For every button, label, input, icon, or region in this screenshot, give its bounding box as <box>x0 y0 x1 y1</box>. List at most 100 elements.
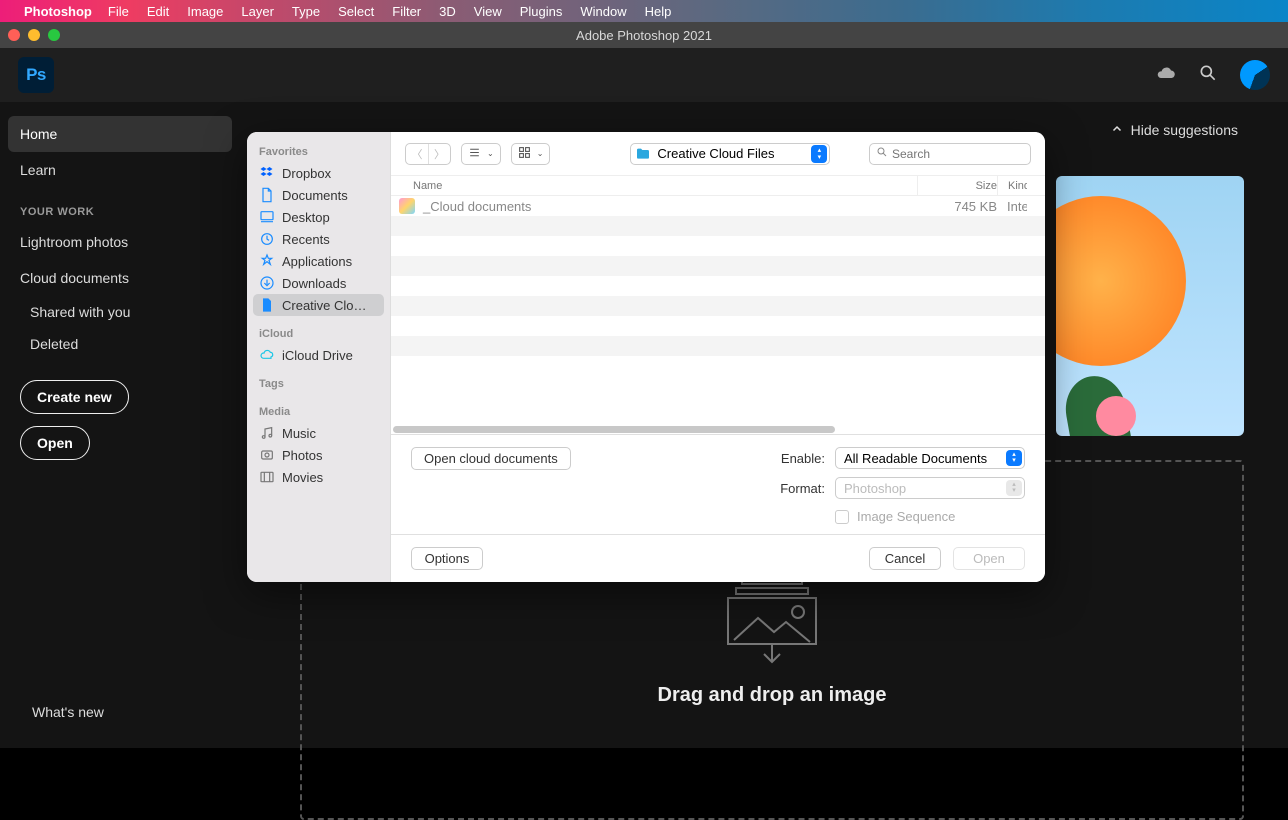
window-zoom-button[interactable] <box>48 29 60 41</box>
recents-icon <box>259 231 275 247</box>
media-photos[interactable]: Photos <box>253 444 384 466</box>
menu-layer[interactable]: Layer <box>241 4 274 19</box>
sidebar-item-cloud-documents[interactable]: Cloud documents <box>0 260 240 296</box>
open-file-dialog: Favorites Dropbox Documents Desktop Rece… <box>247 132 1045 582</box>
nav-forward-button[interactable]: 〉 <box>428 144 450 164</box>
menu-window[interactable]: Window <box>580 4 626 19</box>
favorite-desktop[interactable]: Desktop <box>253 206 384 228</box>
image-drop-icon <box>722 574 822 664</box>
dialog-footer: Options Cancel Open <box>391 534 1045 582</box>
dialog-main: 〈 〉 ⌄ ⌄ Creative Cloud Files ▴▾ <box>391 132 1045 582</box>
col-size[interactable]: Size <box>917 176 997 195</box>
window-close-button[interactable] <box>8 29 20 41</box>
view-mode-list-button[interactable]: ⌄ <box>461 143 501 165</box>
dialog-sidebar: Favorites Dropbox Documents Desktop Rece… <box>247 132 391 582</box>
menu-select[interactable]: Select <box>338 4 374 19</box>
menu-3d[interactable]: 3D <box>439 4 456 19</box>
format-label: Format: <box>780 481 825 496</box>
cancel-button[interactable]: Cancel <box>869 547 941 570</box>
icloud-drive[interactable]: iCloud Drive <box>253 344 384 366</box>
enable-value: All Readable Documents <box>844 451 987 466</box>
menu-filter[interactable]: Filter <box>392 4 421 19</box>
file-thumbnail-icon <box>399 198 415 214</box>
updown-chevron-icon: ▴▾ <box>811 145 827 163</box>
app-header: Ps <box>0 48 1288 102</box>
sidebar-section-media: Media <box>253 402 384 422</box>
sidebar-item-deleted[interactable]: Deleted <box>0 328 240 360</box>
nav-back-button[interactable]: 〈 <box>406 144 428 164</box>
sidebar-item-learn[interactable]: Learn <box>0 152 240 188</box>
media-music[interactable]: Music <box>253 422 384 444</box>
media-movies[interactable]: Movies <box>253 466 384 488</box>
sidebar-item-home[interactable]: Home <box>8 116 232 152</box>
sidebar-item-whats-new[interactable]: What's new <box>32 704 104 720</box>
window-title: Adobe Photoshop 2021 <box>576 28 712 43</box>
sidebar-heading-your-work: YOUR WORK <box>0 188 240 224</box>
search-icon[interactable] <box>1198 63 1218 88</box>
file-icon <box>259 297 275 313</box>
format-value: Photoshop <box>844 481 906 496</box>
file-row-empty <box>391 316 1045 336</box>
menu-help[interactable]: Help <box>645 4 672 19</box>
col-name[interactable]: Name <box>413 180 917 192</box>
nav-back-forward: 〈 〉 <box>405 143 451 165</box>
window-minimize-button[interactable] <box>28 29 40 41</box>
col-kind[interactable]: Kind <box>997 176 1027 195</box>
path-dropdown[interactable]: Creative Cloud Files ▴▾ <box>630 143 830 165</box>
favorite-downloads[interactable]: Downloads <box>253 272 384 294</box>
hero-sun-graphic <box>1056 196 1186 366</box>
document-icon <box>259 187 275 203</box>
menu-file[interactable]: File <box>108 4 129 19</box>
sidebar-item-lightroom[interactable]: Lightroom photos <box>0 224 240 260</box>
favorite-label: Downloads <box>282 276 346 291</box>
file-row-empty <box>391 336 1045 356</box>
folder-icon <box>635 146 651 162</box>
desktop-icon <box>259 209 275 225</box>
menu-type[interactable]: Type <box>292 4 320 19</box>
search-input[interactable] <box>892 147 1045 161</box>
user-avatar[interactable] <box>1240 60 1270 90</box>
cloud-icon <box>259 347 275 363</box>
music-icon <box>259 425 275 441</box>
menu-plugins[interactable]: Plugins <box>520 4 563 19</box>
menu-view[interactable]: View <box>474 4 502 19</box>
file-list-header[interactable]: Name Size Kind <box>391 176 1045 196</box>
favorite-dropbox[interactable]: Dropbox <box>253 162 384 184</box>
favorite-documents[interactable]: Documents <box>253 184 384 206</box>
menu-image[interactable]: Image <box>187 4 223 19</box>
favorite-label: Desktop <box>282 210 330 225</box>
create-new-button[interactable]: Create new <box>20 380 129 414</box>
open-cloud-documents-button[interactable]: Open cloud documents <box>411 447 571 470</box>
image-sequence-checkbox <box>835 510 849 524</box>
open-button[interactable]: Open <box>20 426 90 460</box>
favorite-recents[interactable]: Recents <box>253 228 384 250</box>
image-sequence-label: Image Sequence <box>857 509 955 524</box>
chevron-down-icon: ⌄ <box>487 149 494 158</box>
media-label: Music <box>282 426 316 441</box>
photoshop-logo-icon[interactable]: Ps <box>18 57 54 93</box>
file-list[interactable]: _Cloud documents 745 KB Inte <box>391 196 1045 434</box>
favorite-label: Documents <box>282 188 348 203</box>
enable-select[interactable]: All Readable Documents ▴▾ <box>835 447 1025 469</box>
options-button[interactable]: Options <box>411 547 483 570</box>
home-sidebar: Home Learn YOUR WORK Lightroom photos Cl… <box>0 102 240 748</box>
dropbox-icon <box>259 165 275 181</box>
scrollbar-thumb[interactable] <box>393 426 835 433</box>
hero-banner[interactable] <box>1056 176 1244 436</box>
hide-suggestions-label: Hide suggestions <box>1131 122 1238 138</box>
chevron-up-icon <box>1111 122 1123 138</box>
cloud-sync-icon[interactable] <box>1156 63 1176 88</box>
hide-suggestions-button[interactable]: Hide suggestions <box>1111 122 1238 138</box>
drop-title: Drag and drop an image <box>658 684 887 707</box>
dialog-search[interactable] <box>869 143 1031 165</box>
file-row[interactable]: _Cloud documents 745 KB Inte <box>391 196 1045 216</box>
favorite-applications[interactable]: Applications <box>253 250 384 272</box>
horizontal-scrollbar[interactable] <box>393 426 1043 434</box>
menubar-app-name[interactable]: Photoshop <box>24 4 92 19</box>
group-by-button[interactable]: ⌄ <box>511 143 551 165</box>
sidebar-item-shared[interactable]: Shared with you <box>0 296 240 328</box>
menu-edit[interactable]: Edit <box>147 4 169 19</box>
favorite-creative-cloud-files[interactable]: Creative Clo… <box>253 294 384 316</box>
image-sequence-row: Image Sequence <box>835 509 1025 524</box>
sidebar-section-tags: Tags <box>253 374 384 394</box>
